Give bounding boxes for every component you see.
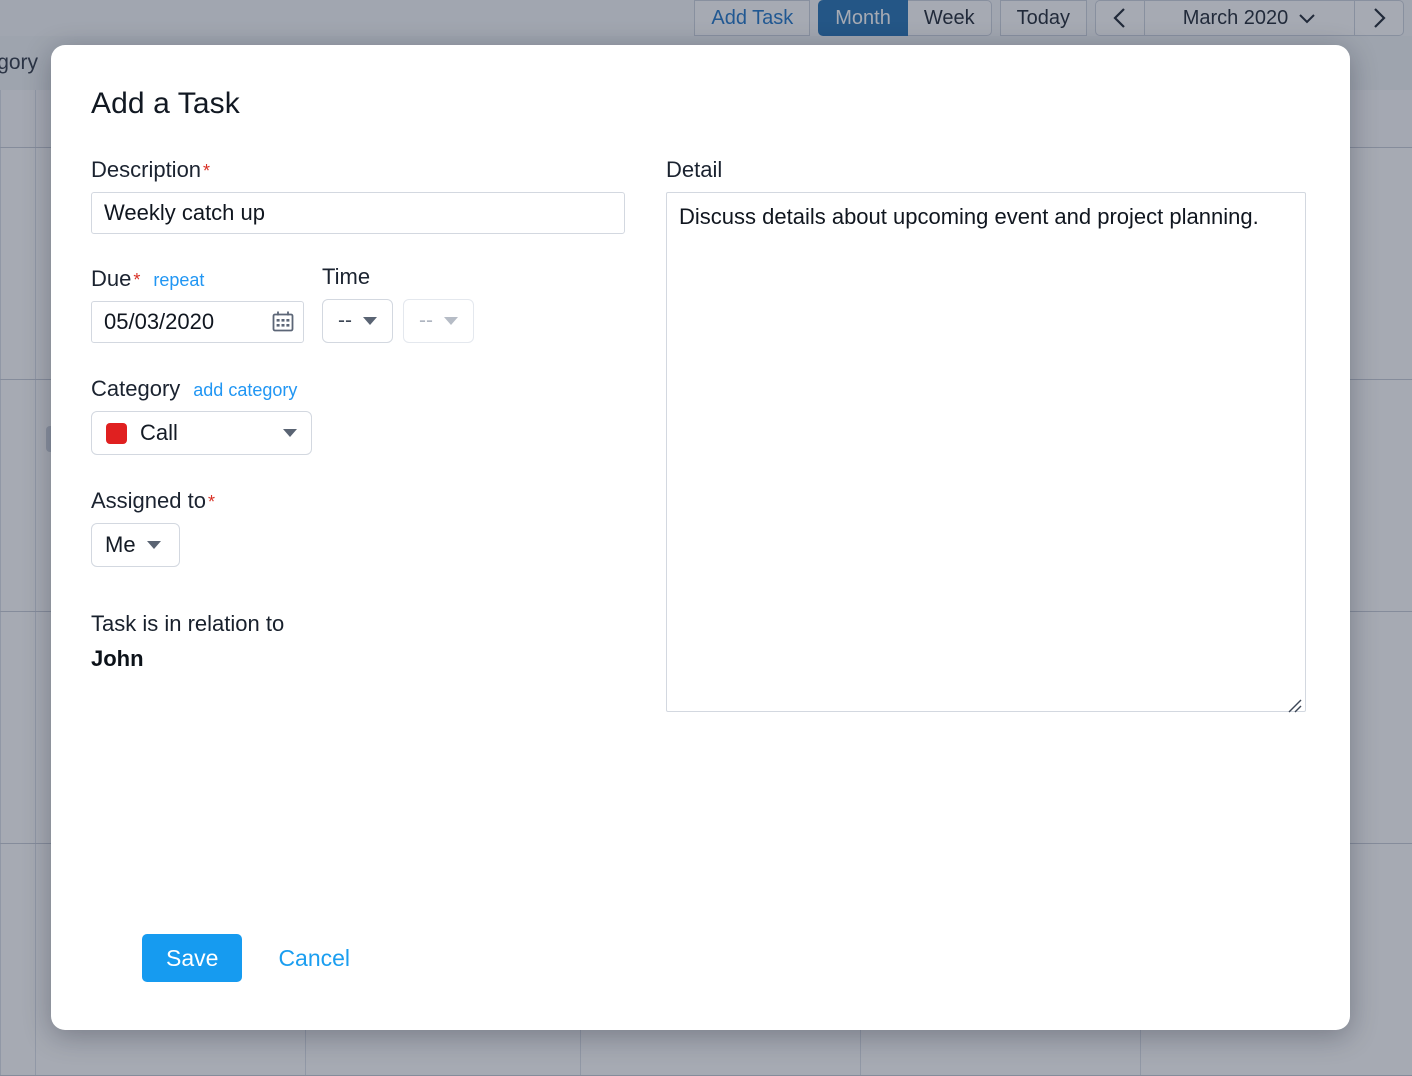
relation-description: Task is in relation to [91,611,625,637]
description-input[interactable] [91,192,625,234]
toolbar-group-today: Today [1000,0,1087,36]
calendar-day-cell[interactable] [0,612,35,843]
add-category-link[interactable]: add category [193,380,297,401]
category-field-group: Category add category Call [91,376,625,455]
due-time-row: Due * repeat [91,264,625,343]
chevron-left-icon [1112,6,1128,30]
calendar-day-cell[interactable] [0,380,35,611]
add-task-dialog: Add a Task Description * Due * repeat [51,45,1350,1030]
chevron-right-icon [1371,6,1387,30]
toolbar-group-views: Month Week [818,0,991,36]
calendar-toolbar: Add Task Month Week Today March 2020 [0,0,1412,36]
description-label: Description * [91,157,625,183]
current-period-button[interactable]: March 2020 [1145,0,1355,36]
due-date-wrapper [91,301,304,343]
due-label: Due * repeat [91,266,304,292]
time-selects: -- -- [322,299,474,343]
category-selected-value: Call [140,420,283,446]
detail-textarea[interactable] [666,192,1306,712]
assigned-to-value: Me [105,532,136,558]
today-button[interactable]: Today [1000,0,1087,36]
due-label-text: Due [91,266,131,292]
required-asterisk: * [203,162,210,180]
chevron-down-icon [147,541,161,549]
repeat-link[interactable]: repeat [153,270,204,291]
description-label-text: Description [91,157,201,183]
detail-label: Detail [666,157,1306,183]
time-minute-select[interactable]: -- [403,299,474,343]
save-button[interactable]: Save [142,934,242,982]
detail-label-text: Detail [666,157,722,183]
assigned-to-field-group: Assigned to * Me [91,488,625,567]
dialog-body: Description * Due * repeat [91,157,1306,717]
chevron-down-icon [444,317,458,325]
view-tab-week[interactable]: Week [908,0,992,36]
category-label: Category add category [91,376,625,402]
dialog-title: Add a Task [91,87,240,121]
time-hour-value: -- [338,309,352,333]
time-label: Time [322,264,474,290]
chevron-down-icon [363,317,377,325]
relation-entity-name: John [91,646,625,672]
category-color-swatch [106,423,127,444]
view-tab-month[interactable]: Month [818,0,908,36]
assigned-to-label: Assigned to * [91,488,625,514]
description-field-group: Description * [91,157,625,234]
add-task-button[interactable]: Add Task [694,0,810,36]
assigned-to-select[interactable]: Me [91,523,180,567]
cancel-button[interactable]: Cancel [278,945,350,972]
time-hour-select[interactable]: -- [322,299,393,343]
category-label-text: Category [91,376,180,402]
next-period-button[interactable] [1355,0,1404,36]
weekday-header-cell [0,90,35,147]
calendar-day-cell[interactable] [0,844,35,1075]
assigned-to-label-text: Assigned to [91,488,206,514]
toolbar-group-navigation: March 2020 [1095,0,1404,36]
required-asterisk: * [208,493,215,511]
current-period-label: March 2020 [1183,7,1289,30]
dialog-left-column: Description * Due * repeat [91,157,625,717]
detail-textarea-wrapper [666,192,1306,717]
time-minute-value: -- [419,309,433,333]
required-asterisk: * [133,271,140,289]
category-select[interactable]: Call [91,411,312,455]
chevron-down-icon [283,429,297,437]
toolbar-group-add: Add Task [694,0,810,36]
task-relation-block: Task is in relation to John [91,611,625,672]
prev-period-button[interactable] [1095,0,1145,36]
calendar-day-cell[interactable] [0,148,35,379]
dialog-right-column: Detail [625,157,1306,717]
dialog-footer: Save Cancel [142,934,350,982]
time-label-text: Time [322,264,370,290]
chevron-down-icon [1298,12,1316,24]
calendar-icon[interactable] [271,310,295,334]
time-field-group: Time -- -- [322,264,474,343]
due-field-group: Due * repeat [91,266,304,343]
calendar-category-label: ategory [0,51,38,75]
